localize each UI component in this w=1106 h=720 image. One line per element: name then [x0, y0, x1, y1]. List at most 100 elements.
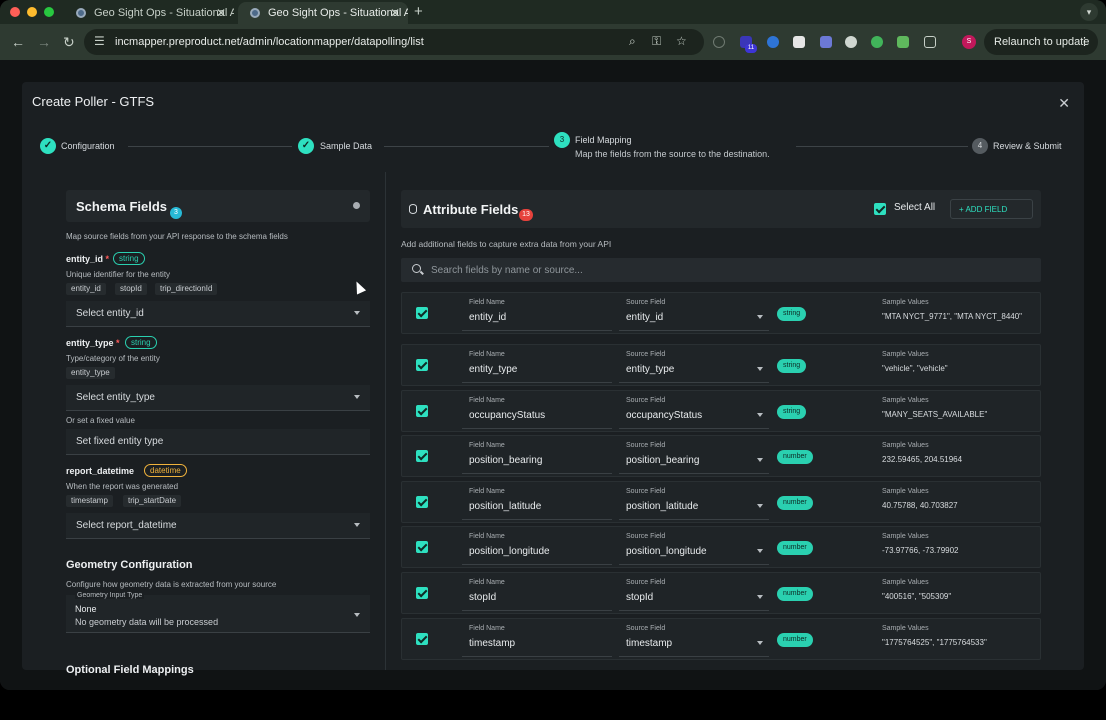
source-field-select[interactable]: Source Field position_longitude	[619, 531, 769, 565]
zoom-icon[interactable]: ⌕	[629, 34, 636, 49]
source-field-select[interactable]: Source Field position_bearing	[619, 440, 769, 474]
field-description: Unique identifier for the entity	[66, 270, 171, 279]
tab-strip: Geo Sight Ops - Situational A ✕ Geo Sigh…	[0, 0, 1106, 24]
add-field-button[interactable]: + ADD FIELD	[950, 199, 1033, 219]
suggestion-chip[interactable]: entity_type	[66, 367, 115, 379]
report-datetime-select[interactable]: Select report_datetime	[66, 513, 370, 539]
forward-icon[interactable]: →	[37, 34, 51, 50]
source-field-caption: Source Field	[626, 625, 666, 632]
extension-power-icon[interactable]	[713, 36, 725, 48]
maximize-window-button[interactable]	[44, 7, 54, 17]
extension-green-icon[interactable]	[871, 36, 883, 48]
geometry-config-description: Configure how geometry data is extracted…	[66, 580, 277, 589]
attribute-fields-header: Attribute Fields 13 Select All + ADD FIE…	[401, 190, 1041, 228]
close-window-button[interactable]	[10, 7, 20, 17]
extension-circle-icon[interactable]	[845, 36, 857, 48]
source-field-select[interactable]: Source Field entity_type	[619, 349, 769, 383]
row-checkbox[interactable]	[416, 450, 428, 462]
tab-search-button[interactable]: ▾	[1080, 3, 1098, 21]
field-search-input[interactable]: Search fields by name or source...	[401, 258, 1041, 282]
field-name-input[interactable]: Field Name position_latitude	[462, 486, 612, 520]
geometry-input-label: Geometry Input Type	[75, 592, 145, 599]
site-settings-icon[interactable]: ☰	[94, 34, 105, 48]
info-icon[interactable]	[353, 202, 360, 209]
suggestion-chip[interactable]: stopId	[115, 283, 147, 295]
relaunch-button[interactable]: Relaunch to update ⋮	[984, 29, 1098, 55]
suggestion-chip[interactable]: entity_id	[66, 283, 106, 295]
attribute-row: Field Name entity_id Source Field entity_id…	[401, 292, 1041, 334]
field-name-caption: Field Name	[469, 299, 505, 306]
source-field-caption: Source Field	[626, 299, 666, 306]
select-all-label[interactable]: Select All	[894, 202, 935, 213]
browser-tab-2[interactable]: Geo Sight Ops - Situational A ✕	[238, 2, 408, 24]
entity-id-select[interactable]: Select entity_id	[66, 301, 370, 327]
attribute-fields-title: Attribute Fields	[423, 202, 519, 217]
step-connector	[384, 146, 549, 147]
source-field-caption: Source Field	[626, 397, 666, 404]
extensions-puzzle-icon[interactable]	[924, 36, 936, 48]
source-field-select[interactable]: Source Field position_latitude	[619, 486, 769, 520]
profile-avatar[interactable]: S	[962, 35, 976, 49]
address-bar[interactable]: ☰ incmapper.preproduct.net/admin/locatio…	[84, 29, 704, 55]
source-field-value: timestamp	[626, 638, 673, 649]
reload-icon[interactable]: ↻	[63, 34, 75, 51]
suggestion-chip[interactable]: timestamp	[66, 495, 113, 507]
browser-tab-1[interactable]: Geo Sight Ops - Situational A ✕	[64, 2, 234, 24]
field-name-input[interactable]: Field Name entity_id	[462, 297, 612, 331]
select-all-checkbox[interactable]	[874, 203, 886, 215]
step-field-mapping-label[interactable]: Field Mapping	[575, 135, 632, 145]
row-checkbox[interactable]	[416, 633, 428, 645]
row-checkbox[interactable]	[416, 496, 428, 508]
sample-values: -73.97766, -73.79902	[882, 546, 959, 555]
extension-screenshot-icon[interactable]	[793, 36, 805, 48]
source-field-caption: Source Field	[626, 579, 666, 586]
field-name-input[interactable]: Field Name occupancyStatus	[462, 395, 612, 429]
row-checkbox[interactable]	[416, 307, 428, 319]
step-configuration-label[interactable]: Configuration	[61, 141, 115, 151]
back-icon[interactable]: ←	[11, 34, 25, 50]
fixed-entity-type-input[interactable]: Set fixed entity type	[66, 429, 370, 455]
chevron-down-icon	[354, 395, 360, 399]
password-key-icon[interactable]: ⚿	[652, 34, 661, 49]
row-checkbox[interactable]	[416, 587, 428, 599]
source-field-select[interactable]: Source Field entity_id	[619, 297, 769, 331]
more-menu-icon[interactable]: ⋮	[1079, 35, 1090, 48]
field-description: When the report was generated	[66, 482, 179, 491]
close-dialog-icon[interactable]: ✕	[1058, 95, 1070, 112]
chevron-down-icon	[757, 504, 763, 508]
source-field-select[interactable]: Source Field occupancyStatus	[619, 395, 769, 429]
bookmark-star-icon[interactable]: ☆	[676, 34, 687, 48]
source-field-select[interactable]: Source Field timestamp	[619, 623, 769, 657]
field-name-input[interactable]: Field Name entity_type	[462, 349, 612, 383]
row-checkbox[interactable]	[416, 359, 428, 371]
entity-type-select[interactable]: Select entity_type	[66, 385, 370, 411]
new-tab-button[interactable]: +	[414, 3, 423, 20]
geometry-input-type-select[interactable]: Geometry Input Type None No geometry dat…	[66, 592, 370, 633]
row-checkbox[interactable]	[416, 541, 428, 553]
type-chip: string	[113, 252, 145, 265]
extension-monitor-icon[interactable]	[897, 36, 909, 48]
field-name-input[interactable]: Field Name stopId	[462, 577, 612, 611]
extension-list-icon[interactable]	[820, 36, 832, 48]
step-sample-data-label[interactable]: Sample Data	[320, 141, 372, 151]
sample-values: "400516", "505309"	[882, 592, 952, 601]
step-review-submit-label[interactable]: Review & Submit	[993, 141, 1062, 151]
extension-blue-icon[interactable]	[767, 36, 779, 48]
step-field-mapping-subtitle: Map the fields from the source to the de…	[575, 149, 770, 159]
field-name-input[interactable]: Field Name position_longitude	[462, 531, 612, 565]
schema-fields-panel: Schema Fields 3 Map source fields from y…	[66, 190, 370, 676]
source-field-select[interactable]: Source Field stopId	[619, 577, 769, 611]
minimize-window-button[interactable]	[27, 7, 37, 17]
close-tab-icon[interactable]: ✕	[390, 6, 400, 20]
field-name-input[interactable]: Field Name timestamp	[462, 623, 612, 657]
source-field-caption: Source Field	[626, 488, 666, 495]
database-icon	[409, 204, 417, 214]
suggestion-chip[interactable]: trip_directionId	[155, 283, 218, 295]
attribute-fields-panel: Attribute Fields 13 Select All + ADD FIE…	[401, 190, 1041, 670]
suggestion-chip[interactable]: trip_startDate	[123, 495, 182, 507]
row-checkbox[interactable]	[416, 405, 428, 417]
entity-type-label: entity_type *	[66, 338, 120, 348]
close-tab-icon[interactable]: ✕	[216, 6, 226, 20]
field-name-input[interactable]: Field Name position_bearing	[462, 440, 612, 474]
field-name-value: entity_id	[469, 312, 507, 323]
